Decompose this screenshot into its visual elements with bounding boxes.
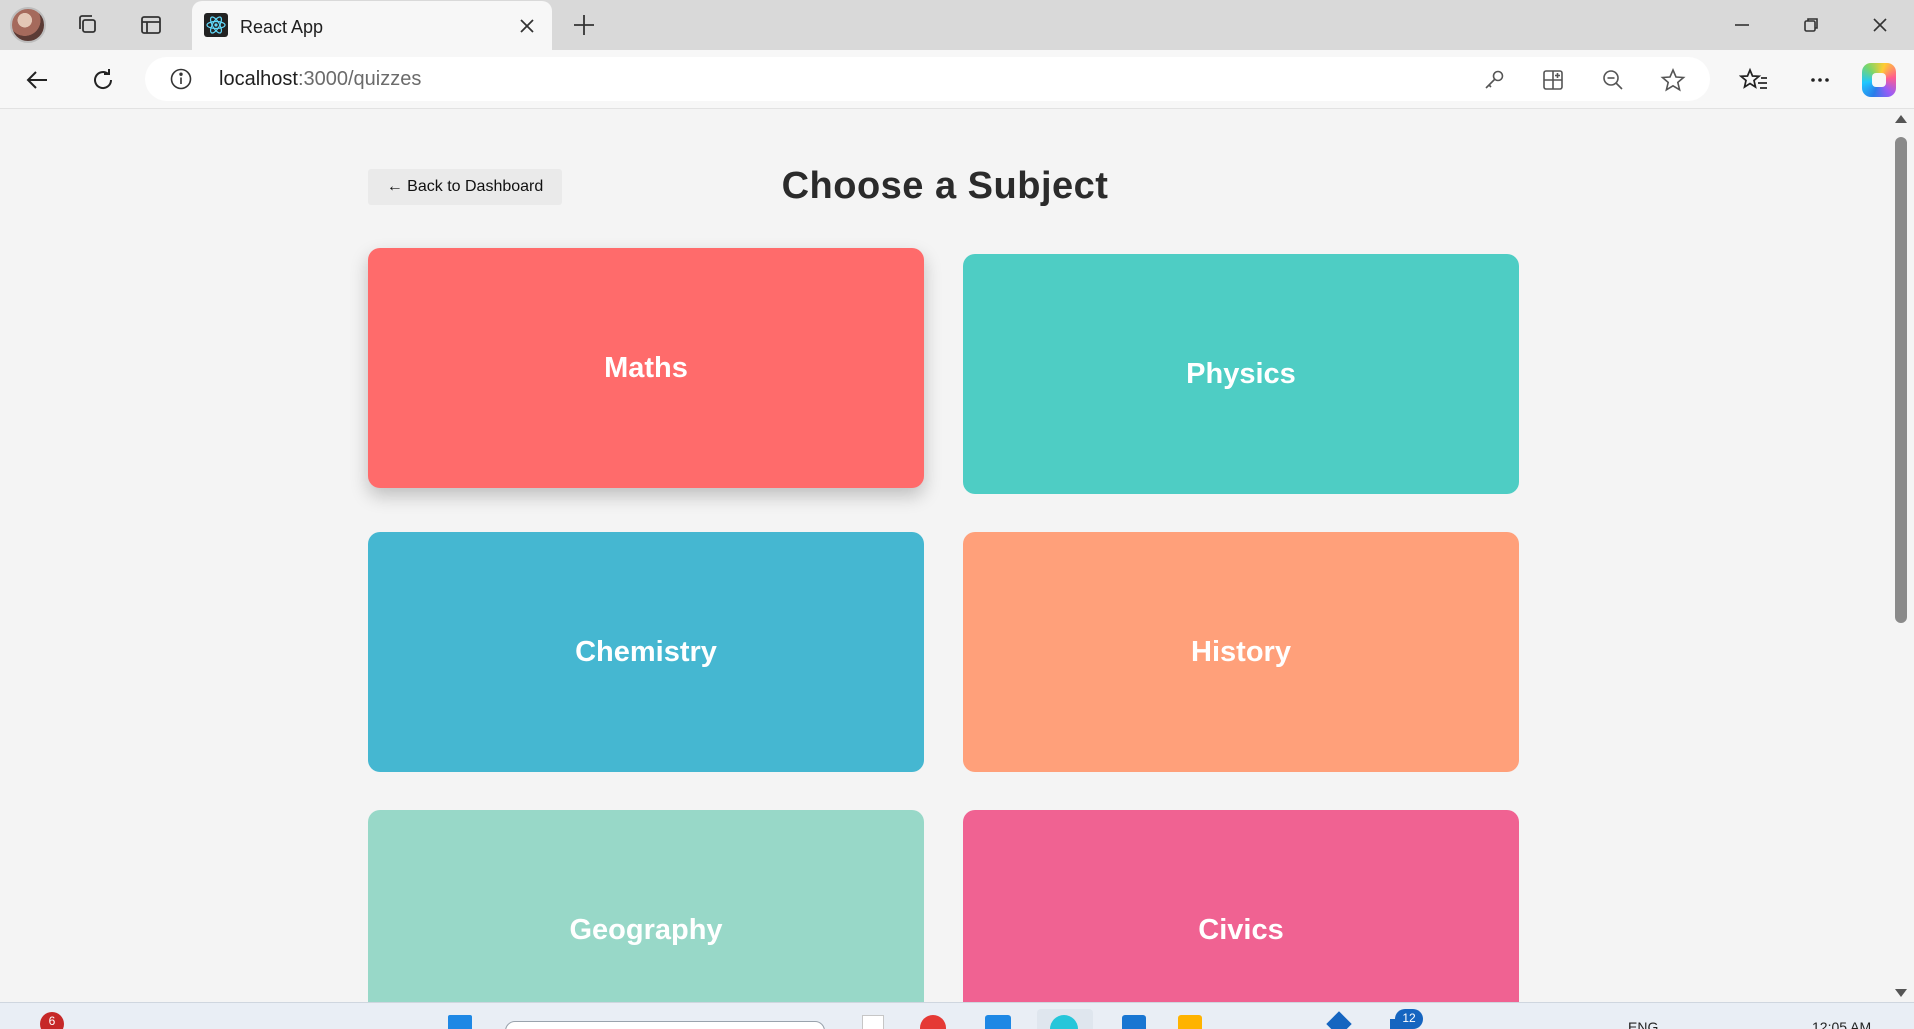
tab-title: React App [240, 17, 324, 37]
close-window-icon[interactable] [1866, 11, 1894, 39]
zoom-out-icon[interactable] [1600, 67, 1626, 93]
subject-card-civics[interactable]: Civics [963, 810, 1519, 1002]
url-text[interactable]: localhost:3000/quizzes [219, 68, 421, 91]
taskbar-app-icon[interactable] [862, 1015, 884, 1029]
language-indicator[interactable]: ENG [1628, 1019, 1658, 1029]
workspaces-icon[interactable] [72, 9, 104, 41]
scrollbar-thumb[interactable] [1895, 137, 1907, 623]
tab-strip: React App [0, 0, 1914, 51]
notification-badge[interactable]: 6 [40, 1012, 64, 1029]
back-to-dashboard-button[interactable]: ← Back to Dashboard [368, 169, 562, 205]
scroll-down-icon[interactable] [1894, 987, 1908, 999]
new-tab-icon[interactable] [570, 11, 598, 39]
subject-card-geography[interactable]: Geography [368, 810, 924, 1002]
favorite-star-icon[interactable] [1660, 67, 1686, 93]
profile-avatar[interactable] [10, 7, 46, 43]
site-info-icon[interactable] [169, 67, 193, 91]
vertical-scrollbar[interactable] [1886, 109, 1914, 1002]
subject-label: History [1191, 635, 1291, 668]
back-arrow-icon[interactable] [22, 65, 52, 95]
chrome-icon[interactable] [920, 1015, 946, 1029]
vertical-tabs-icon[interactable] [135, 9, 167, 41]
scroll-up-icon[interactable] [1894, 113, 1908, 125]
subject-label: Physics [1186, 357, 1296, 390]
react-favicon-icon [204, 13, 228, 37]
browser-toolbar: localhost:3000/quizzes [0, 50, 1914, 108]
subject-label: Geography [569, 913, 723, 946]
key-icon[interactable] [1481, 67, 1507, 93]
copilot-icon[interactable] [1862, 63, 1896, 97]
vscode-icon[interactable] [985, 1015, 1011, 1029]
subject-label: Chemistry [575, 635, 717, 668]
search-box[interactable] [505, 1021, 825, 1029]
taskbar: 6 12 ENG 12:05 AM [0, 1002, 1914, 1029]
subject-card-history[interactable]: History [963, 532, 1519, 772]
favorites-icon[interactable] [1739, 65, 1769, 95]
page-title: Choose a Subject [781, 165, 1109, 207]
minimize-icon[interactable] [1728, 11, 1756, 39]
widget-badge: 12 [1395, 1009, 1423, 1029]
widget-icon[interactable] [1326, 1011, 1352, 1029]
folder-icon[interactable] [1178, 1015, 1202, 1029]
refresh-icon[interactable] [88, 65, 118, 95]
page-viewport: ← Back to Dashboard Choose a Subject Mat… [0, 108, 1914, 1002]
clock[interactable]: 12:05 AM [1812, 1019, 1871, 1029]
apps-icon[interactable] [1540, 67, 1566, 93]
start-icon[interactable] [448, 1015, 472, 1029]
subject-card-maths[interactable]: Maths [368, 248, 924, 488]
subject-card-physics[interactable]: Physics [963, 254, 1519, 494]
subject-label: Civics [1198, 913, 1284, 946]
more-options-icon[interactable] [1805, 65, 1835, 95]
subject-label: Maths [604, 351, 688, 384]
address-bar[interactable]: localhost:3000/quizzes [145, 57, 1710, 101]
subject-card-chemistry[interactable]: Chemistry [368, 532, 924, 772]
close-tab-icon[interactable] [515, 14, 539, 38]
restore-icon[interactable] [1797, 11, 1825, 39]
active-tab[interactable]: React App [192, 1, 552, 51]
mail-icon[interactable] [1122, 1015, 1146, 1029]
